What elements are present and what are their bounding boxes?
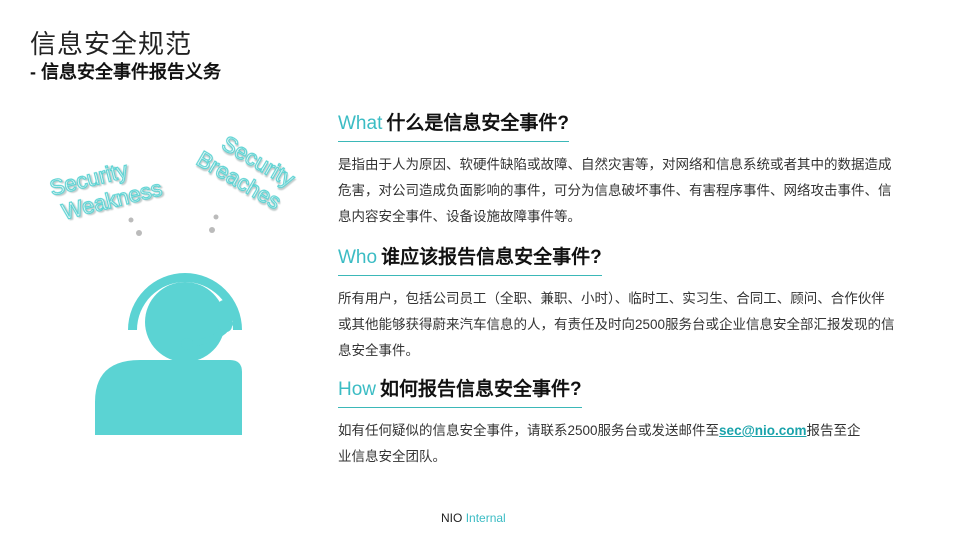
who-keyword: Who bbox=[338, 247, 378, 268]
footer-internal: Internal bbox=[465, 511, 506, 525]
footer-label: NIO Internal bbox=[441, 511, 506, 525]
who-section: Who 谁应该报告信息安全事件? 所有用户，包括公司员工（全职、兼职、小时）、临时… bbox=[338, 242, 898, 364]
security-breaches-label: Security Breaches bbox=[192, 130, 300, 215]
how-heading: How 如何报告信息安全事件? bbox=[338, 374, 582, 408]
who-question: 谁应该报告信息安全事件? bbox=[381, 247, 602, 268]
how-question: 如何报告信息安全事件? bbox=[380, 379, 582, 400]
page-subtitle: - 信息安全事件报告义务 bbox=[30, 62, 221, 82]
what-section: What 什么是信息安全事件? 是指由于人为原因、软硬件缺陷或故障、自然灾害等，对… bbox=[338, 108, 898, 230]
email-link[interactable]: sec@nio.com bbox=[719, 423, 806, 438]
support-agent-illustration: Security Weakness Security Breaches bbox=[47, 130, 300, 435]
footer-brand: NIO bbox=[441, 511, 463, 525]
thought-dot bbox=[136, 230, 142, 236]
what-heading: What 什么是信息安全事件? bbox=[338, 108, 569, 142]
how-body: 如有任何疑似的信息安全事件，请联系2500服务台或发送邮件至sec@nio.co… bbox=[338, 418, 868, 470]
thought-dot bbox=[128, 217, 134, 223]
what-body: 是指由于人为原因、软硬件缺陷或故障、自然灾害等，对网络和信息系统或者其中的数据造… bbox=[338, 157, 892, 224]
what-keyword: What bbox=[338, 113, 383, 134]
thought-dot bbox=[213, 214, 219, 220]
thought-dot bbox=[209, 227, 215, 233]
how-body-text: 如有任何疑似的信息安全事件，请联系2500服务台或发送邮件至 bbox=[338, 423, 720, 438]
who-heading: Who 谁应该报告信息安全事件? bbox=[338, 242, 602, 276]
how-section: How 如何报告信息安全事件? 如有任何疑似的信息安全事件，请联系2500服务台或… bbox=[338, 374, 898, 470]
page-title: 信息安全规范 bbox=[30, 29, 193, 59]
what-question: 什么是信息安全事件? bbox=[386, 113, 569, 134]
headset-agent-icon bbox=[95, 273, 242, 435]
how-keyword: How bbox=[338, 379, 377, 400]
security-weakness-label: Security Weakness bbox=[47, 157, 166, 225]
who-body: 所有用户，包括公司员工（全职、兼职、小时）、临时工、实习生、合同工、顾问、合作伙… bbox=[338, 291, 895, 358]
